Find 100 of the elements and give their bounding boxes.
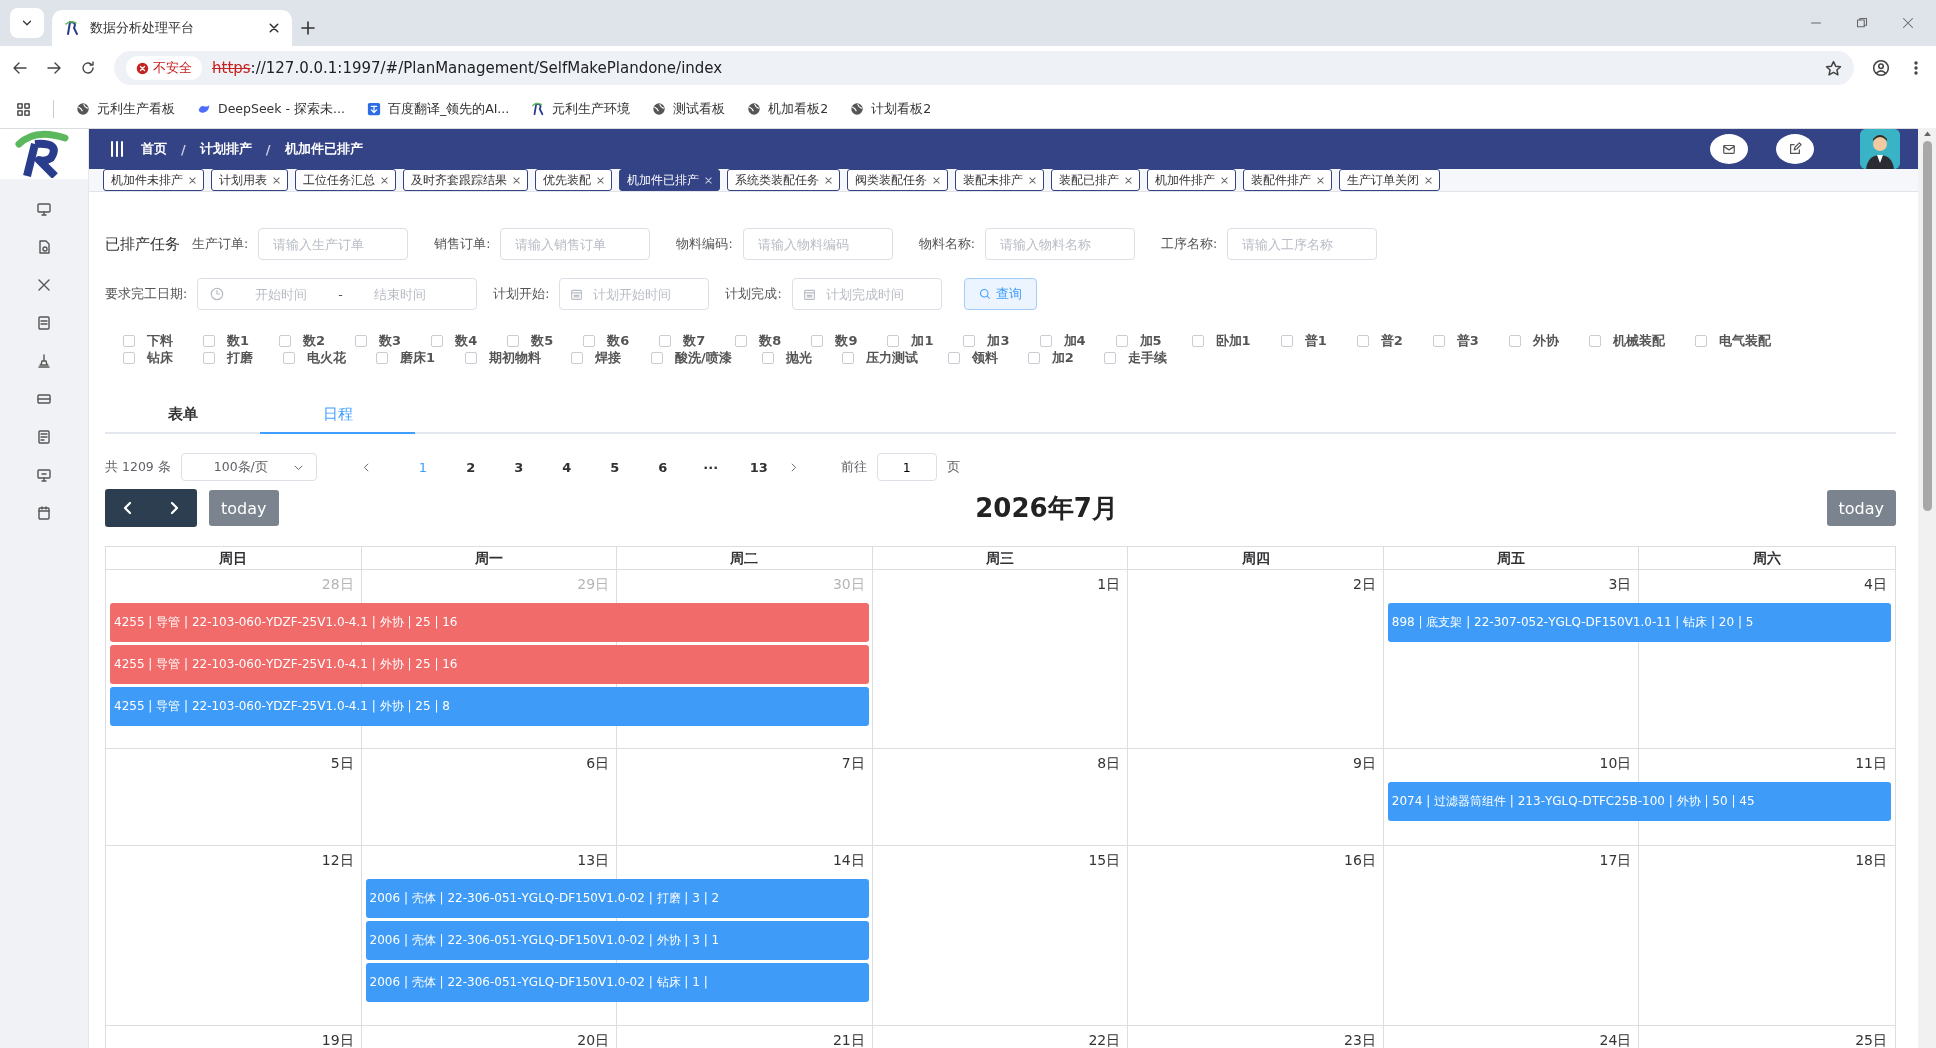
document-icon[interactable]: [36, 239, 52, 255]
today-button[interactable]: today: [209, 490, 279, 526]
process-checkbox[interactable]: 抛光: [761, 348, 812, 367]
process-checkbox[interactable]: 卧加1: [1191, 331, 1251, 350]
clipboard-icon[interactable]: [36, 315, 52, 331]
monitor-icon[interactable]: [36, 201, 52, 217]
process-checkbox[interactable]: 数3: [355, 331, 402, 350]
process-checkbox[interactable]: 普2: [1356, 331, 1403, 350]
page-tab[interactable]: 计划用表: [211, 169, 288, 191]
mail-button[interactable]: [1710, 134, 1748, 164]
page-number[interactable]: 2: [455, 459, 486, 475]
process-checkbox[interactable]: 外协: [1508, 331, 1559, 350]
page-input[interactable]: 1: [876, 453, 937, 481]
page-number[interactable]: 5: [599, 459, 630, 475]
bookmark[interactable]: 百度翻译_领先的AI...: [366, 100, 510, 118]
today-button[interactable]: today: [1826, 490, 1896, 526]
breadcrumb-item[interactable]: 机加件已排产: [284, 140, 363, 158]
process-checkbox[interactable]: 期初物料: [465, 348, 542, 367]
process-checkbox[interactable]: 普3: [1432, 331, 1479, 350]
process-checkbox[interactable]: 数6: [583, 331, 630, 350]
scrollbar-thumb[interactable]: [1922, 141, 1932, 511]
date-range-field[interactable]: 开始时间 - 结束时间: [197, 278, 478, 310]
process-checkbox[interactable]: 加2: [1027, 348, 1074, 367]
process-checkbox[interactable]: 数4: [431, 331, 478, 350]
bookmark[interactable]: 计划看板2: [850, 100, 932, 118]
view-tab[interactable]: 表单: [105, 396, 260, 434]
forward-icon[interactable]: [46, 60, 62, 76]
process-checkbox[interactable]: 走手续: [1103, 348, 1167, 367]
calendar-icon[interactable]: [36, 505, 52, 521]
stamp-icon[interactable]: [36, 353, 52, 369]
input-field[interactable]: 请输入生产订单: [258, 228, 409, 260]
avatar[interactable]: [1860, 129, 1900, 169]
page-tab[interactable]: 及时齐套跟踪结果: [403, 169, 528, 191]
page-number[interactable]: 4: [551, 459, 582, 475]
process-checkbox[interactable]: 压力测试: [841, 348, 918, 367]
bookmark[interactable]: 元利生产看板: [76, 100, 175, 118]
tools-icon[interactable]: [36, 277, 52, 293]
process-checkbox[interactable]: 普1: [1280, 331, 1327, 350]
address-bar[interactable]: 不安全 https://127.0.0.1:1997/#/PlanManagement/SelfMakePlandone/index: [114, 51, 1854, 85]
new-tab-icon[interactable]: [300, 20, 316, 36]
page-tab[interactable]: 机加件未排产: [103, 169, 204, 191]
page-tab[interactable]: 系统类装配任务: [727, 169, 840, 191]
list-icon[interactable]: [36, 429, 52, 445]
date-field[interactable]: 计划开始时间: [559, 278, 710, 310]
process-checkbox[interactable]: 数8: [735, 331, 782, 350]
page-tab[interactable]: 阀类装配任务: [847, 169, 948, 191]
process-checkbox[interactable]: 酸洗/喷漆: [651, 348, 732, 367]
bookmark[interactable]: 测试看板: [652, 100, 726, 118]
edit-button[interactable]: [1776, 134, 1814, 164]
close-icon[interactable]: [268, 22, 280, 34]
input-field[interactable]: 请输入工序名称: [1227, 228, 1378, 260]
page-tab[interactable]: 装配已排产: [1051, 169, 1140, 191]
page-tab[interactable]: 生产订单关闭: [1339, 169, 1440, 191]
process-checkbox[interactable]: 电气装配: [1694, 331, 1771, 350]
page-number[interactable]: ···: [695, 459, 726, 475]
page-number[interactable]: 13: [743, 459, 774, 475]
restore-icon[interactable]: [1856, 17, 1868, 29]
back-icon[interactable]: [12, 60, 28, 76]
reload-icon[interactable]: [80, 60, 96, 76]
process-checkbox[interactable]: 磨床1: [376, 348, 436, 367]
bookmark[interactable]: 元利生产环境: [531, 100, 631, 118]
process-checkbox[interactable]: 钻床: [123, 348, 173, 367]
star-icon[interactable]: [1825, 59, 1842, 77]
process-checkbox[interactable]: 加1: [887, 331, 934, 350]
process-checkbox[interactable]: 加4: [1039, 331, 1086, 350]
page-number[interactable]: 3: [503, 459, 534, 475]
process-checkbox[interactable]: 数2: [279, 331, 326, 350]
page-tab[interactable]: 工位任务汇总: [295, 169, 396, 191]
process-checkbox[interactable]: 打磨: [203, 348, 253, 367]
bookmark[interactable]: 机加看板2: [747, 100, 829, 118]
page-tab[interactable]: 机加件排产: [1147, 169, 1236, 191]
scrollbar[interactable]: [1918, 128, 1936, 1048]
process-checkbox[interactable]: 数7: [659, 331, 706, 350]
profile-icon[interactable]: [1872, 59, 1890, 77]
process-checkbox[interactable]: 数9: [811, 331, 858, 350]
page-size-select[interactable]: 100条/页: [180, 453, 317, 481]
screen-icon[interactable]: [36, 467, 52, 483]
input-field[interactable]: 请输入销售订单: [500, 228, 651, 260]
process-checkbox[interactable]: 领料: [947, 348, 998, 367]
process-checkbox[interactable]: 下料: [123, 331, 173, 350]
breadcrumb-item[interactable]: 计划排产: [199, 140, 252, 158]
breadcrumb-item[interactable]: 首页: [141, 140, 167, 158]
browser-tab[interactable]: 数据分析处理平台: [52, 10, 292, 46]
process-checkbox[interactable]: 电火花: [283, 348, 346, 367]
date-field[interactable]: 计划完成时间: [791, 278, 942, 310]
page-tab[interactable]: 装配未排产: [955, 169, 1044, 191]
process-checkbox[interactable]: 加3: [963, 331, 1010, 350]
process-checkbox[interactable]: 加5: [1115, 331, 1162, 350]
page-tab[interactable]: 机加件已排产: [619, 169, 720, 191]
process-checkbox[interactable]: 机械装配: [1588, 331, 1665, 350]
input-field[interactable]: 请输入物料编码: [742, 228, 893, 260]
page-tab[interactable]: 装配件排产: [1243, 169, 1332, 191]
process-checkbox[interactable]: 数5: [507, 331, 554, 350]
bookmark[interactable]: DeepSeek - 探索未...: [197, 100, 345, 118]
apps-icon[interactable]: [16, 101, 31, 117]
input-field[interactable]: 请输入物料名称: [984, 228, 1135, 260]
page-tab[interactable]: 优先装配: [535, 169, 612, 191]
card-icon[interactable]: [36, 391, 52, 407]
page-number[interactable]: 6: [647, 459, 678, 475]
insecure-badge[interactable]: 不安全: [126, 56, 202, 80]
